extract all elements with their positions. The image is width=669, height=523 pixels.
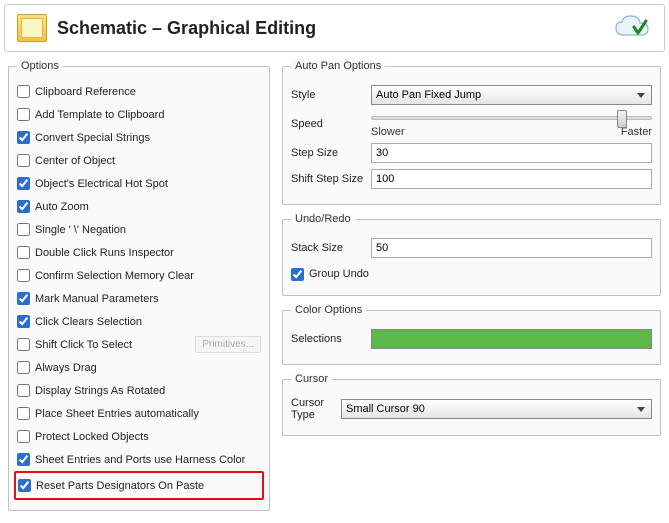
option-row: Sheet Entries and Ports use Harness Colo… (17, 448, 261, 471)
option-row: Reset Parts Designators On Paste (18, 474, 260, 497)
option-row: Always Drag (17, 356, 261, 379)
option-row: Convert Special Strings (17, 126, 261, 149)
page-title: Schematic – Graphical Editing (57, 18, 612, 39)
option-checkbox[interactable] (17, 177, 30, 190)
option-label: Shift Click To Select (35, 339, 132, 351)
undo-legend: Undo/Redo (291, 213, 355, 225)
option-row: Confirm Selection Memory Clear (17, 264, 261, 287)
autopan-group: Auto Pan Options Style Auto Pan Fixed Ju… (282, 60, 661, 205)
options-group: Options Clipboard Reference Add Template … (8, 60, 270, 511)
option-label: Confirm Selection Memory Clear (35, 270, 194, 282)
cloud-check-icon[interactable] (612, 13, 652, 43)
option-row: Center of Object (17, 149, 261, 172)
undo-group: Undo/Redo Stack Size Group Undo (282, 213, 661, 296)
option-label: Reset Parts Designators On Paste (36, 480, 204, 492)
option-checkbox[interactable] (18, 479, 31, 492)
option-label: Object's Electrical Hot Spot (35, 178, 168, 190)
cursor-legend: Cursor (291, 373, 332, 385)
option-row: Object's Electrical Hot Spot (17, 172, 261, 195)
selections-color-swatch[interactable] (371, 329, 652, 349)
option-row: Single ' \' Negation (17, 218, 261, 241)
shift-step-input[interactable] (371, 169, 652, 189)
option-label: Place Sheet Entries automatically (35, 408, 199, 420)
cursor-type-dropdown[interactable]: Small Cursor 90 (341, 399, 652, 419)
header: Schematic – Graphical Editing (4, 4, 665, 52)
option-label: Convert Special Strings (35, 132, 150, 144)
option-label: Always Drag (35, 362, 97, 374)
option-label: Protect Locked Objects (35, 431, 149, 443)
option-checkbox[interactable] (17, 361, 30, 374)
option-checkbox[interactable] (17, 430, 30, 443)
speed-label: Speed (291, 118, 371, 130)
option-label: Single ' \' Negation (35, 224, 126, 236)
step-size-label: Step Size (291, 147, 371, 159)
left-column: Options Clipboard Reference Add Template … (8, 60, 270, 519)
option-row: Display Strings As Rotated (17, 379, 261, 402)
step-size-input[interactable] (371, 143, 652, 163)
cursor-type-label: Cursor Type (291, 397, 341, 421)
style-label: Style (291, 89, 371, 101)
option-label: Add Template to Clipboard (35, 109, 164, 121)
option-row: Place Sheet Entries automatically (17, 402, 261, 425)
option-row: Clipboard Reference (17, 80, 261, 103)
style-dropdown[interactable]: Auto Pan Fixed Jump (371, 85, 652, 105)
highlighted-option: Reset Parts Designators On Paste (14, 471, 264, 500)
option-row: Double Click Runs Inspector (17, 241, 261, 264)
option-checkbox[interactable] (17, 246, 30, 259)
cursor-group: Cursor Cursor Type Small Cursor 90 (282, 373, 661, 436)
speed-slider[interactable] (371, 116, 652, 120)
color-group: Color Options Selections (282, 304, 661, 365)
option-label: Double Click Runs Inspector (35, 247, 174, 259)
option-row: Add Template to Clipboard (17, 103, 261, 126)
option-label: Display Strings As Rotated (35, 385, 165, 397)
option-row: Auto Zoom (17, 195, 261, 218)
option-checkbox[interactable] (17, 338, 30, 351)
option-row: Click Clears Selection (17, 310, 261, 333)
option-label: Auto Zoom (35, 201, 89, 213)
schematic-icon (17, 14, 47, 42)
option-checkbox[interactable] (17, 131, 30, 144)
color-legend: Color Options (291, 304, 366, 316)
selections-label: Selections (291, 333, 371, 345)
group-undo-checkbox[interactable] (291, 268, 304, 281)
option-checkbox[interactable] (17, 154, 30, 167)
option-row: Mark Manual Parameters (17, 287, 261, 310)
main-content: Options Clipboard Reference Add Template … (0, 56, 669, 523)
primitives-button[interactable]: Primitives... (195, 336, 261, 353)
option-checkbox[interactable] (17, 200, 30, 213)
stack-size-label: Stack Size (291, 242, 371, 254)
shift-step-label: Shift Step Size (291, 173, 371, 185)
slower-label: Slower (371, 126, 405, 138)
right-column: Auto Pan Options Style Auto Pan Fixed Ju… (282, 60, 661, 519)
option-checkbox[interactable] (17, 384, 30, 397)
stack-size-input[interactable] (371, 238, 652, 258)
option-checkbox[interactable] (17, 315, 30, 328)
option-row: Shift Click To Select Primitives... (17, 333, 261, 356)
option-checkbox[interactable] (17, 453, 30, 466)
option-label: Mark Manual Parameters (35, 293, 159, 305)
option-checkbox[interactable] (17, 85, 30, 98)
option-checkbox[interactable] (17, 223, 30, 236)
option-label: Click Clears Selection (35, 316, 142, 328)
option-checkbox[interactable] (17, 407, 30, 420)
option-row: Protect Locked Objects (17, 425, 261, 448)
option-checkbox[interactable] (17, 108, 30, 121)
option-checkbox[interactable] (17, 269, 30, 282)
option-checkbox[interactable] (17, 292, 30, 305)
option-label: Center of Object (35, 155, 115, 167)
group-undo-label: Group Undo (309, 268, 369, 280)
option-label: Sheet Entries and Ports use Harness Colo… (35, 454, 245, 466)
slider-thumb[interactable] (617, 110, 627, 128)
autopan-legend: Auto Pan Options (291, 60, 385, 72)
option-label: Clipboard Reference (35, 86, 136, 98)
options-legend: Options (17, 60, 63, 72)
